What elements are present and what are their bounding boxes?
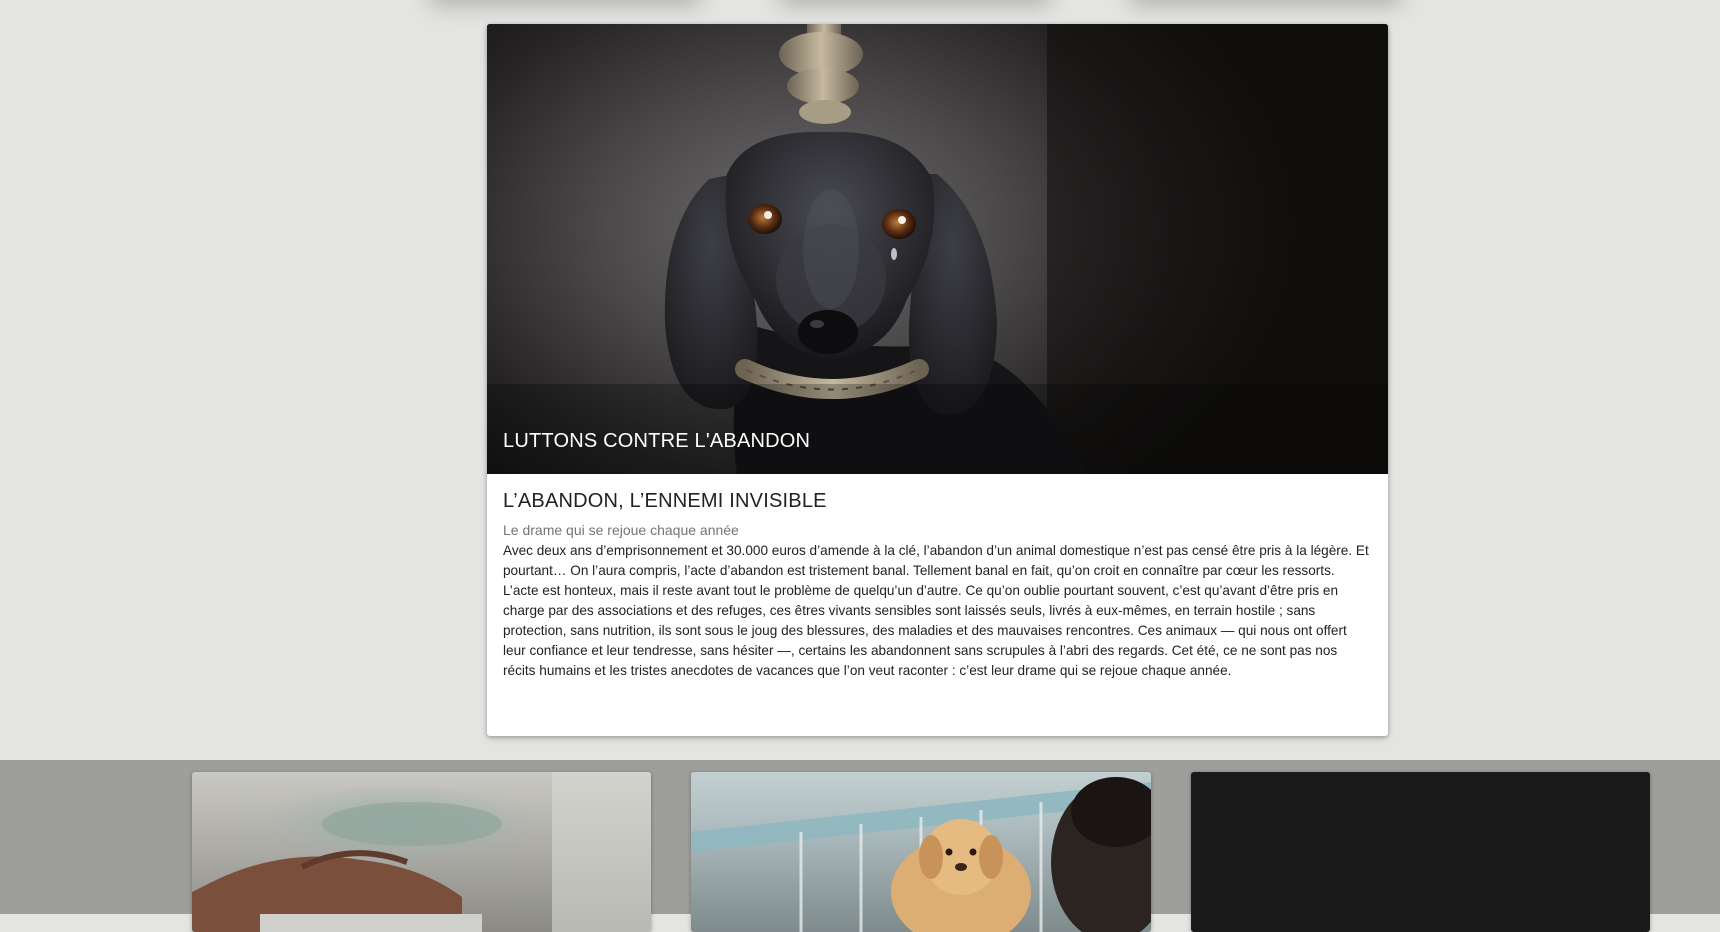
article-body: Avec deux ans d’emprisonnement et 30.000… [503, 543, 1369, 678]
article-card: LUTTONS CONTRE L'ABANDON L’ABANDON, L’EN… [487, 24, 1388, 736]
article-subtitle: Le drame qui se rejoue chaque année [503, 522, 739, 538]
related-card-dark-photo[interactable] [1191, 772, 1650, 932]
hero-image[interactable]: LUTTONS CONTRE L'ABANDON [487, 24, 1388, 474]
article-headline: L’ABANDON, L’ENNEMI INVISIBLE [503, 490, 827, 512]
article-content: L’ABANDON, L’ENNEMI INVISIBLE Le drame q… [503, 490, 1371, 681]
hands-image [192, 772, 651, 932]
related-card-hands-photo[interactable] [192, 772, 651, 932]
dog-illustration [487, 24, 1388, 474]
related-articles-band [0, 760, 1720, 932]
related-card-puppy-photo[interactable] [691, 772, 1151, 932]
hero-title: LUTTONS CONTRE L'ABANDON [503, 430, 811, 452]
puppy-image [691, 777, 1151, 932]
